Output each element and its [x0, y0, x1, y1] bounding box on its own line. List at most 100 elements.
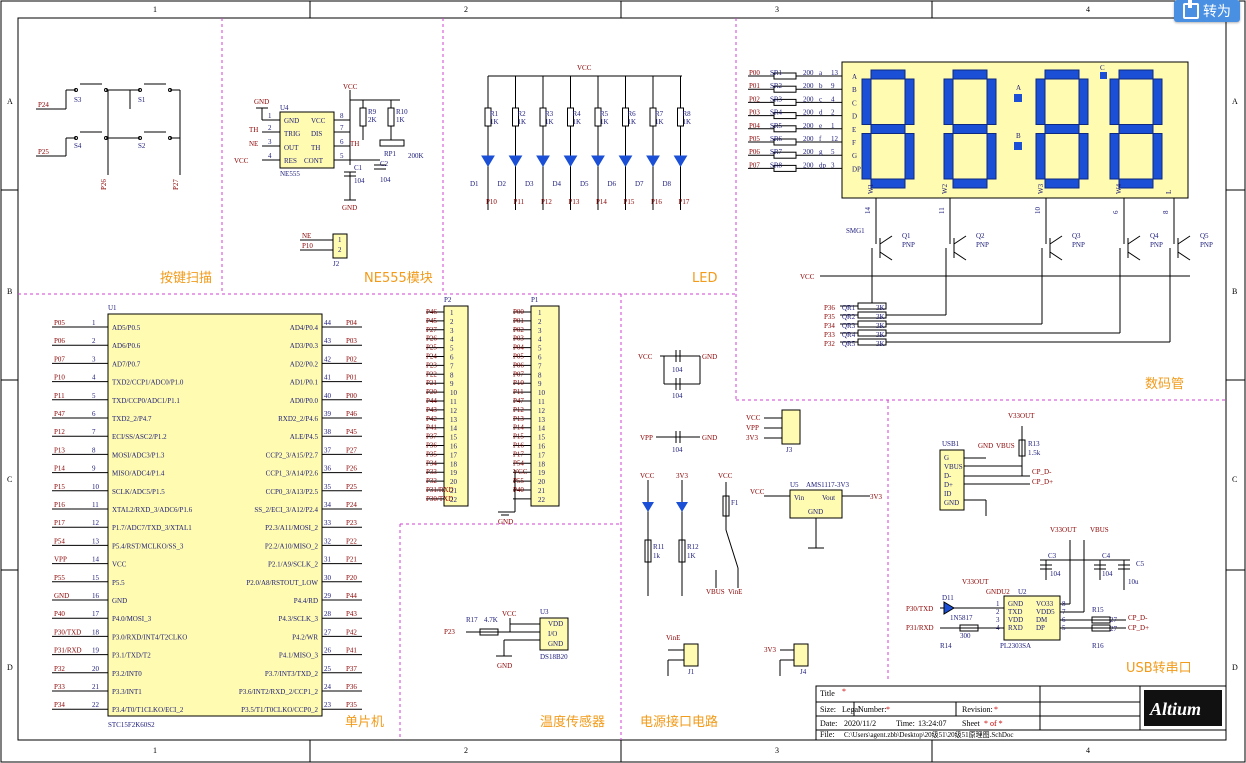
q-res: QR3	[842, 322, 856, 330]
temp-pin: I/O	[548, 630, 557, 638]
p1-pin: 7	[538, 362, 542, 370]
tb-sheet: Sheet	[962, 719, 981, 728]
ne555-pin-num: 2	[268, 124, 272, 132]
p2-net: P25	[426, 344, 437, 352]
translate-button[interactable]: 转为	[1174, 0, 1240, 22]
ne555-part: NE555	[280, 170, 300, 178]
row-label: A	[7, 97, 13, 106]
p1-pin: 15	[538, 434, 546, 442]
usb-vo: VBUS	[1090, 526, 1109, 534]
ne555-net: TH	[249, 126, 258, 134]
mcu-pin-num: 35	[324, 483, 332, 491]
tb-title: Title	[820, 689, 835, 698]
seg-w-label: W1	[867, 183, 875, 194]
mcu-pin-num: 3	[92, 355, 96, 363]
mcu-pin-name: AD1/P0.1	[290, 379, 319, 387]
p2-pin: 12	[450, 407, 458, 415]
j1-net: VinE	[666, 634, 680, 642]
led-res-val: 1K	[573, 118, 582, 126]
mcu-pin-name: P3.4/T0/T1CLKO/ECI_2	[112, 706, 184, 714]
mcu-net: GND	[54, 592, 69, 600]
header-gnd: GND	[498, 518, 513, 526]
mcu-net: P15	[54, 483, 65, 491]
mcu-pin-name: P2.0/A8/RSTOUT_LOW	[246, 579, 318, 587]
p2-pin: 19	[450, 469, 458, 477]
p1-net: P13	[513, 415, 524, 423]
mcu-pin-name: TXD2_2/P4.7	[112, 415, 152, 423]
p1-net: P10	[513, 379, 524, 387]
mcu-pin-num: 22	[92, 701, 100, 709]
mcu-pin-name: GND	[112, 597, 127, 605]
mcu-net: P07	[54, 355, 65, 363]
q-label: Q5	[1200, 232, 1209, 240]
segment	[1118, 69, 1154, 80]
usb-pin: ID	[944, 490, 951, 498]
p2-net: P34	[426, 459, 437, 467]
p2-pin: 14	[450, 425, 458, 433]
mcu-net: P45	[346, 428, 357, 436]
mcu-net: P06	[54, 337, 65, 345]
mcu-net: P23	[346, 519, 357, 527]
mcu-pin-num: 23	[324, 701, 332, 709]
usb-net: CP_D+	[1032, 478, 1053, 486]
mcu-net: P55	[54, 574, 65, 582]
power-res: R12	[687, 543, 699, 551]
q-net: P33	[824, 331, 835, 339]
segment	[1044, 69, 1080, 80]
mcu-pin-name: P4.1/MISO_3	[279, 652, 319, 660]
colon-dot	[1014, 142, 1022, 150]
tb-size: Size:	[820, 705, 836, 714]
q-res: QR5	[842, 340, 856, 348]
p2-pin: 21	[450, 487, 458, 495]
seg-res: SR5	[770, 122, 783, 130]
mcu-net: P30/TXD	[54, 628, 81, 636]
p2-pin: 15	[450, 434, 458, 442]
row-label: C	[1232, 475, 1237, 484]
ne555-cap: 104	[380, 176, 391, 184]
translate-label: 转为	[1203, 4, 1231, 20]
p1-pin: 20	[538, 478, 546, 486]
ne555-pin: GND	[284, 117, 299, 125]
power-f1: F1	[731, 499, 739, 507]
segment	[870, 69, 906, 80]
j2-net: P10	[302, 242, 313, 250]
u2-pin: GND	[1008, 600, 1023, 608]
ne555-net: VCC	[343, 83, 358, 91]
temp-vcc: VCC	[502, 610, 517, 618]
p1-pin: 16	[538, 443, 546, 451]
seg-res: SR2	[770, 82, 783, 90]
led-res-label: R6	[628, 110, 637, 118]
mcu-pin-name: P3.7/INT3/TXD_2	[265, 670, 319, 678]
usb-cap: C4	[1102, 552, 1111, 560]
usb-pin: D+	[944, 481, 953, 489]
seg-letter: B	[852, 86, 857, 94]
led-net: P11	[514, 198, 525, 206]
mcu-pin-num: 31	[324, 556, 332, 564]
p1-net: P17	[513, 450, 524, 458]
segment	[1118, 124, 1154, 134]
mcu-net: P21	[346, 556, 357, 564]
u2-pin: RXD	[1008, 624, 1023, 632]
mcu-pin-name: VCC	[112, 561, 127, 569]
usb-rx: P30/TXD	[906, 605, 933, 613]
seg-w-pin: 11	[938, 207, 946, 214]
seg-w-pin: 14	[864, 207, 872, 215]
mcu-pin-num: 43	[324, 337, 332, 345]
u2-pin-num: 7	[1062, 608, 1066, 616]
mcu-pin-num: 44	[324, 319, 332, 327]
usb-cap: C5	[1136, 560, 1145, 568]
mcu-net: P02	[346, 355, 357, 363]
r14-ref: R14	[940, 642, 952, 650]
mcu-pin-name: P1.7/ADC7/TXD_3/XTAL1	[112, 524, 192, 532]
p1-net: P01	[513, 317, 524, 325]
mcu-net: P31/RXD	[54, 647, 82, 655]
segment	[943, 133, 954, 180]
ne555-pin-num: 8	[340, 112, 344, 120]
usb-vo: GNDU2	[986, 588, 1010, 596]
usb-pin: GND	[944, 499, 959, 507]
q-res-val: 3K	[876, 331, 885, 339]
switch-label: S3	[74, 96, 82, 104]
mcu-pin-num: 18	[92, 628, 100, 636]
tb-number: Number:	[858, 705, 886, 714]
j1-ref: J1	[688, 668, 695, 676]
